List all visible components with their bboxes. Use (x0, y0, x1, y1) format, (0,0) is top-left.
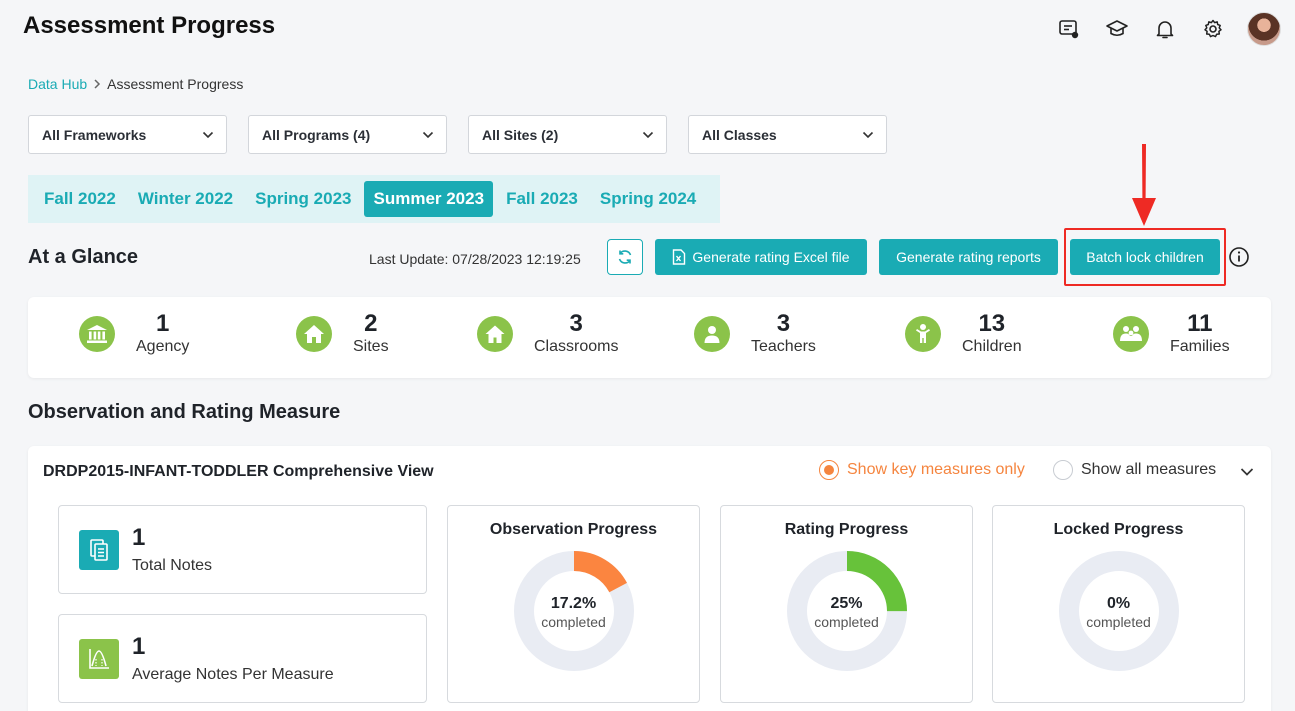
stat-families-value: 11 (1187, 310, 1213, 337)
total-notes-value: 1 (132, 524, 146, 551)
stats-card: 1 Agency 2 Sites 3 Classrooms 3 Teachers (28, 297, 1271, 378)
measure-card: DRDP2015-INFANT-TODDLER Comprehensive Vi… (28, 446, 1271, 711)
chevron-right-icon (93, 77, 101, 92)
breadcrumb-data-hub[interactable]: Data Hub (28, 76, 87, 92)
info-icon[interactable] (1228, 246, 1250, 273)
last-update-text: Last Update: 07/28/2023 12:19:25 (369, 251, 581, 267)
tab-winter-2022[interactable]: Winter 2022 (129, 181, 242, 217)
filter-bar: All Frameworks All Programs (4) All Site… (28, 115, 887, 154)
period-tabs: Fall 2022 Winter 2022 Spring 2023 Summer… (28, 175, 720, 223)
total-notes-box: 1 Total Notes (58, 505, 427, 594)
stat-families: 11 Families (1113, 311, 1230, 357)
highlight-box (1064, 228, 1226, 286)
tab-fall-2023[interactable]: Fall 2023 (497, 181, 587, 217)
observation-progress-box: Observation Progress 17.2% completed (447, 505, 700, 703)
rating-progress-value: 25% (830, 595, 863, 612)
tab-spring-2023[interactable]: Spring 2023 (246, 181, 360, 217)
rating-progress-title: Rating Progress (784, 521, 909, 538)
sites-select[interactable]: All Sites (2) (468, 115, 667, 154)
observation-progress-title: Observation Progress (489, 521, 658, 538)
person-icon (694, 316, 730, 352)
section-title: Observation and Rating Measure (28, 401, 341, 423)
generate-reports-button[interactable]: Generate rating reports (879, 239, 1058, 275)
family-icon (1113, 316, 1149, 352)
frameworks-select[interactable]: All Frameworks (28, 115, 227, 154)
tab-summer-2023[interactable]: Summer 2023 (364, 181, 494, 217)
stat-sites-value: 2 (364, 310, 378, 337)
stat-children-value: 13 (978, 310, 1006, 337)
generate-excel-button[interactable]: Generate rating Excel file (655, 239, 867, 275)
chevron-down-icon (422, 131, 434, 138)
locked-progress-value: 0% (1106, 595, 1131, 612)
house-icon (296, 316, 332, 352)
stat-families-label: Families (1170, 338, 1230, 355)
show-all-measures-label: Show all measures (1081, 461, 1217, 478)
stat-agency: 1 Agency (79, 311, 189, 357)
glance-title: At a Glance (28, 246, 139, 268)
locked-progress-title: Locked Progress (1053, 521, 1184, 538)
avatar[interactable] (1247, 12, 1281, 46)
bell-icon[interactable] (1141, 13, 1189, 45)
stat-children: 13 Children (905, 311, 1022, 357)
tab-fall-2022[interactable]: Fall 2022 (35, 181, 125, 217)
chat-notice-icon[interactable] (1045, 13, 1093, 45)
notes-icon (79, 530, 119, 570)
top-toolbar (1045, 12, 1281, 46)
refresh-button[interactable] (607, 239, 643, 275)
avg-notes-label: Average Notes Per Measure (132, 666, 334, 683)
show-all-measures-radio[interactable]: Show all measures (1053, 460, 1216, 480)
radio-selected-icon (819, 460, 839, 480)
observation-progress-sub: completed (541, 614, 606, 630)
stat-sites-label: Sites (353, 338, 389, 355)
stat-teachers-label: Teachers (751, 338, 816, 355)
stat-children-label: Children (962, 338, 1022, 355)
stat-agency-value: 1 (156, 310, 170, 337)
avg-notes-value: 1 (132, 633, 146, 660)
bank-icon (79, 316, 115, 352)
gear-icon[interactable] (1189, 13, 1237, 45)
chevron-down-icon[interactable] (1240, 464, 1254, 482)
bell-curve-icon (79, 639, 119, 679)
stat-sites: 2 Sites (296, 311, 389, 357)
chevron-down-icon (642, 131, 654, 138)
show-key-measures-label: Show key measures only (847, 461, 1025, 478)
classes-select[interactable]: All Classes (688, 115, 887, 154)
stat-classrooms-value: 3 (569, 310, 583, 337)
breadcrumb: Data Hub Assessment Progress (28, 76, 243, 92)
stat-agency-label: Agency (136, 338, 190, 355)
page-title: Assessment Progress (23, 12, 276, 39)
stat-classrooms-label: Classrooms (534, 338, 619, 355)
chevron-down-icon (862, 131, 874, 138)
show-key-measures-radio[interactable]: Show key measures only (819, 460, 1025, 480)
radio-unselected-icon (1053, 460, 1073, 480)
stat-teachers-value: 3 (776, 310, 791, 337)
child-icon (905, 316, 941, 352)
rating-progress-box: Rating Progress 25% completed (720, 505, 973, 703)
observation-progress-value: 17.2% (550, 595, 597, 612)
chevron-down-icon (202, 131, 214, 138)
locked-progress-sub: completed (1086, 614, 1151, 630)
avg-notes-box: 1 Average Notes Per Measure (58, 614, 427, 703)
programs-select-value: All Programs (4) (262, 126, 371, 143)
total-notes-label: Total Notes (132, 557, 213, 574)
sites-select-value: All Sites (2) (482, 126, 559, 143)
rating-progress-sub: completed (814, 614, 879, 630)
generate-excel-label: Generate rating Excel file (692, 249, 850, 265)
excel-file-icon (673, 249, 686, 265)
locked-progress-box: Locked Progress 0% completed (992, 505, 1245, 703)
graduation-cap-icon[interactable] (1093, 13, 1141, 45)
card-title: DRDP2015-INFANT-TODDLER Comprehensive Vi… (43, 463, 434, 480)
arrow-down-icon (1132, 144, 1156, 226)
frameworks-select-value: All Frameworks (42, 126, 147, 143)
classes-select-value: All Classes (702, 126, 777, 143)
breadcrumb-current: Assessment Progress (107, 76, 244, 92)
stat-classrooms: 3 Classrooms (477, 311, 618, 357)
refresh-icon (618, 250, 632, 264)
stat-teachers: 3 Teachers (694, 311, 816, 357)
tab-spring-2024[interactable]: Spring 2024 (591, 181, 705, 217)
programs-select[interactable]: All Programs (4) (248, 115, 447, 154)
home-icon (477, 316, 513, 352)
